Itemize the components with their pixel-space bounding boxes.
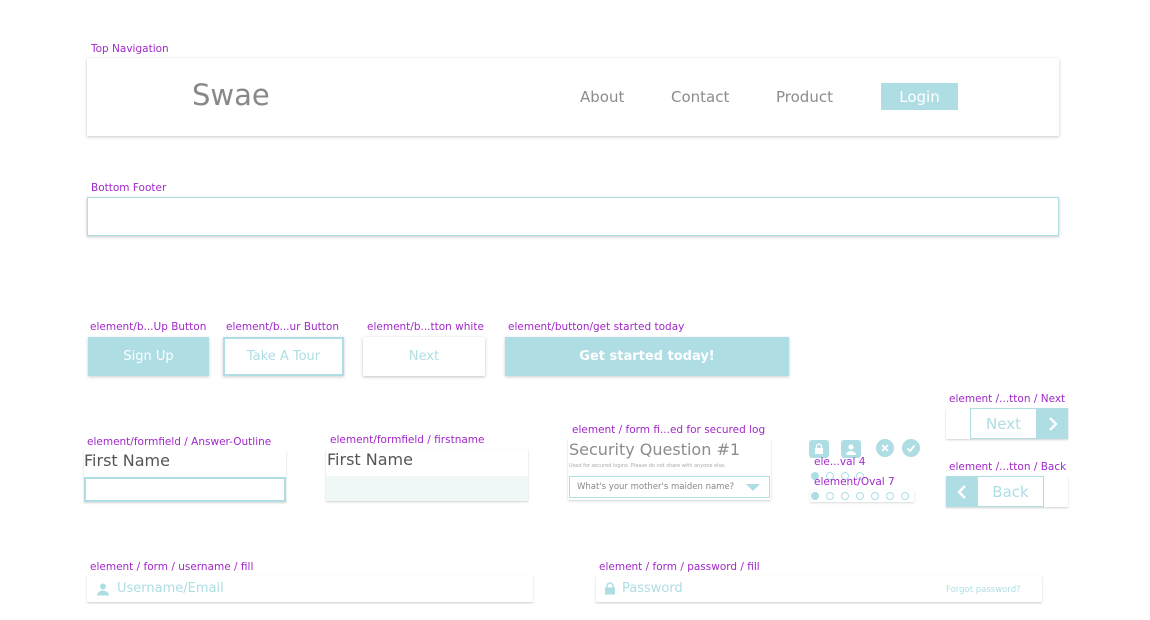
back-nav-text[interactable]: Back [977,476,1044,507]
username-fill-label: element / form / username / fill [90,561,254,573]
next-nav-button[interactable]: Next [946,408,1068,439]
answer-outline-input[interactable] [84,477,286,502]
next-white-button[interactable]: Next [363,337,485,376]
user-icon [97,583,109,596]
secured-log-label: element / form fi...ed for secured log [572,424,766,436]
login-button[interactable]: Login [881,83,958,110]
oval7-label: element/Oval 7 [814,476,895,488]
white-button-label: element/b...tton white [367,321,484,333]
chevron-down-icon[interactable] [746,484,760,492]
tour-button-label: element/b...ur Button [226,321,339,333]
password-input[interactable]: Password [622,581,683,596]
firstname-input[interactable] [326,476,528,501]
chevron-left-icon[interactable] [946,476,977,507]
security-question-formfield: Security Question #1 Used for secured lo… [568,438,771,500]
pagination-dot[interactable] [841,492,849,500]
firstname-formfield: First Name [326,449,528,501]
pagination-dot[interactable] [826,492,834,500]
pagination-dot[interactable] [871,492,879,500]
nav-about[interactable]: About [580,88,624,106]
lock-icon [605,582,615,595]
close-circle-icon[interactable] [876,439,894,457]
security-question-title: Security Question #1 [569,440,741,459]
answer-outline-formfield: First Name [84,450,286,502]
get-started-button-label: element/button/get started today [508,321,685,333]
signup-button[interactable]: Sign Up [88,337,209,376]
pagination-dot[interactable] [811,492,819,500]
back-nav-button[interactable]: Back [946,476,1068,507]
top-navigation-label: Top Navigation [91,43,169,55]
nav-product[interactable]: Product [776,88,833,106]
get-started-button[interactable]: Get started today! [505,337,789,376]
pagination-dot[interactable] [886,492,894,500]
pagination-dot[interactable] [856,492,864,500]
back-nav-label: element /...tton / Back [949,461,1067,473]
password-field[interactable]: Password Forgot password? [596,576,1042,602]
forgot-password-link[interactable]: Forgot password? [946,585,1021,595]
brand-logo[interactable]: Swae [192,78,270,112]
username-field[interactable]: Username/Email [87,576,533,602]
username-input[interactable]: Username/Email [117,581,224,596]
security-question-select[interactable]: What's your mother's maiden name? [569,476,770,498]
firstname-title: First Name [327,450,413,469]
security-question-select-value: What's your mother's maiden name? [577,482,735,492]
check-circle-icon[interactable] [902,439,920,457]
next-nav-label: element /...tton / Next [949,393,1066,405]
answer-outline-title: First Name [84,451,170,470]
firstname-field-label: element/formfield / firstname [330,434,485,446]
take-a-tour-button[interactable]: Take A Tour [223,337,344,376]
nav-contact[interactable]: Contact [671,88,729,106]
bottom-footer-label: Bottom Footer [91,182,167,194]
pagination-dot[interactable] [901,492,909,500]
next-nav-text[interactable]: Next [970,408,1037,439]
security-question-hint: Used for secured logins. Please do not s… [569,463,726,469]
bottom-footer [87,197,1059,236]
answer-outline-label: element/formfield / Answer-Outline [87,436,272,448]
password-fill-label: element / form / password / fill [599,561,760,573]
signup-button-label: element/b...Up Button [90,321,207,333]
pagination-dots-7 [810,490,914,502]
chevron-right-icon[interactable] [1037,408,1068,439]
oval4-label: ele...val 4 [814,456,866,468]
